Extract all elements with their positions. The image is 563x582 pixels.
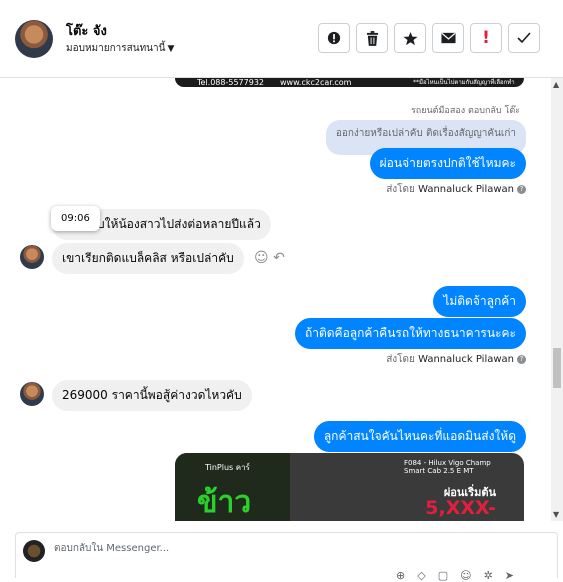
emoji-icon[interactable]: ☺ (460, 569, 483, 582)
smiley-reaction-icon[interactable]: ☺ (254, 250, 269, 266)
scroll-up-arrow-icon[interactable]: ▲ (553, 80, 559, 89)
sent-by-line: ส่งโดย Wannaluck Pilawan? (386, 352, 526, 367)
reply-arrow-icon[interactable]: ↶ (273, 250, 285, 266)
message-thread[interactable]: Tel.088-5577932 www.ckc2car.com **มือไหน… (6, 78, 550, 521)
page-avatar (23, 540, 45, 562)
timestamp-tooltip: 09:06 (51, 206, 100, 231)
caret-down-icon: ▼ (167, 44, 175, 54)
promo-model: F084 - Hilux Vigo Champ Smart Cab 2.5 E … (404, 459, 491, 475)
reply-input[interactable] (52, 542, 356, 555)
reply-meta: รถยนต์มือสอง ตอบกลับ โต๊ะ (410, 106, 520, 116)
flag-important-button[interactable]: ! (470, 23, 502, 53)
help-icon[interactable]: ? (517, 184, 526, 194)
sent-by-label: ส่งโดย (386, 184, 415, 195)
spam-alert-button[interactable] (318, 23, 350, 53)
trash-icon (366, 30, 378, 46)
incoming-message[interactable]: 269000 ราคานี้พอสู้ค่างวดไหวคับ (52, 380, 252, 411)
scroll-down-arrow-icon[interactable]: ▼ (553, 510, 559, 519)
reply-composer: ⊕◇▢☺✲➤ (15, 532, 558, 582)
incoming-message-text: จคับให้น้องสาวไปส่งต่อหลายปีแล้ว (82, 217, 261, 231)
alert-circle-icon (327, 31, 341, 45)
promo-headline: ข้าว (197, 485, 252, 520)
composer-toolbar: ⊕◇▢☺✲➤ (396, 569, 526, 582)
image-icon[interactable]: ▢ (438, 569, 460, 582)
tag-icon[interactable]: ◇ (417, 569, 437, 582)
sender-name: Wannaluck Pilawan (418, 184, 514, 195)
previous-image-attachment[interactable]: Tel.088-5577932 www.ckc2car.com **มือไหน… (175, 78, 524, 87)
image-phone-text: Tel.088-5577932 (197, 78, 264, 87)
assign-label: มอบหมายการสนทนานี้ (66, 43, 166, 54)
car-promo-image[interactable]: TinPlus คาร์ ข้าว F084 - Hilux Vigo Cham… (175, 453, 524, 521)
exclamation-icon: ! (482, 28, 490, 48)
star-button[interactable] (394, 23, 426, 53)
image-url-text: www.ckc2car.com (280, 78, 352, 87)
sent-by-line: ส่งโดย Wannaluck Pilawan? (386, 182, 526, 197)
image-disclaimer-text: **มือไหนเป็นไปตามกับสัญญาที่เลือกทำหมด** (413, 79, 515, 86)
delete-button[interactable] (356, 23, 388, 53)
help-icon[interactable]: ? (517, 354, 526, 364)
promo-price: 5,XXX- (425, 497, 496, 519)
conversation-header: โต๊ะ จัง มอบหมายการสนทนานี้ ▼ ! (0, 0, 563, 78)
outgoing-message[interactable]: ลูกค้าสนใจคันไหนคะที่แอดมินส่งให้ดู (313, 421, 526, 452)
contact-name[interactable]: โต๊ะ จัง (66, 20, 107, 41)
thread-scrollbar[interactable] (551, 78, 563, 521)
promo-brand: TinPlus คาร์ (205, 463, 250, 472)
assign-conversation-dropdown[interactable]: มอบหมายการสนทนานี้ ▼ (66, 41, 174, 56)
outgoing-message[interactable]: ถ้าติดคือลูกค้าคืนรถให้ทางธนาคารนะคะ (294, 318, 526, 349)
contact-avatar-small[interactable] (20, 245, 44, 269)
mark-done-button[interactable] (508, 23, 540, 53)
checkmark-icon (517, 32, 531, 44)
star-icon (402, 31, 418, 45)
attach-icon[interactable]: ⊕ (396, 569, 417, 582)
incoming-message[interactable]: เขาเรียกติดแบล็คลิส หรือเปล่าคับ (52, 243, 244, 274)
contact-avatar[interactable] (15, 20, 53, 58)
scroll-thumb[interactable] (553, 348, 561, 388)
outgoing-message[interactable]: ไม่ติดจ้าลูกค้า (433, 286, 526, 317)
contact-avatar-small[interactable] (20, 382, 44, 406)
outgoing-message[interactable]: ผ่อนจ่ายตรงปกติใช้ไหมคะ (369, 148, 526, 179)
send-icon[interactable]: ➤ (505, 569, 526, 582)
mark-unread-button[interactable] (432, 23, 464, 53)
envelope-icon (440, 32, 456, 44)
sender-name: Wannaluck Pilawan (418, 354, 514, 365)
sent-by-label: ส่งโดย (386, 354, 415, 365)
message-actions: ☺ ↶ (254, 250, 285, 266)
gear-icon[interactable]: ✲ (484, 569, 505, 582)
